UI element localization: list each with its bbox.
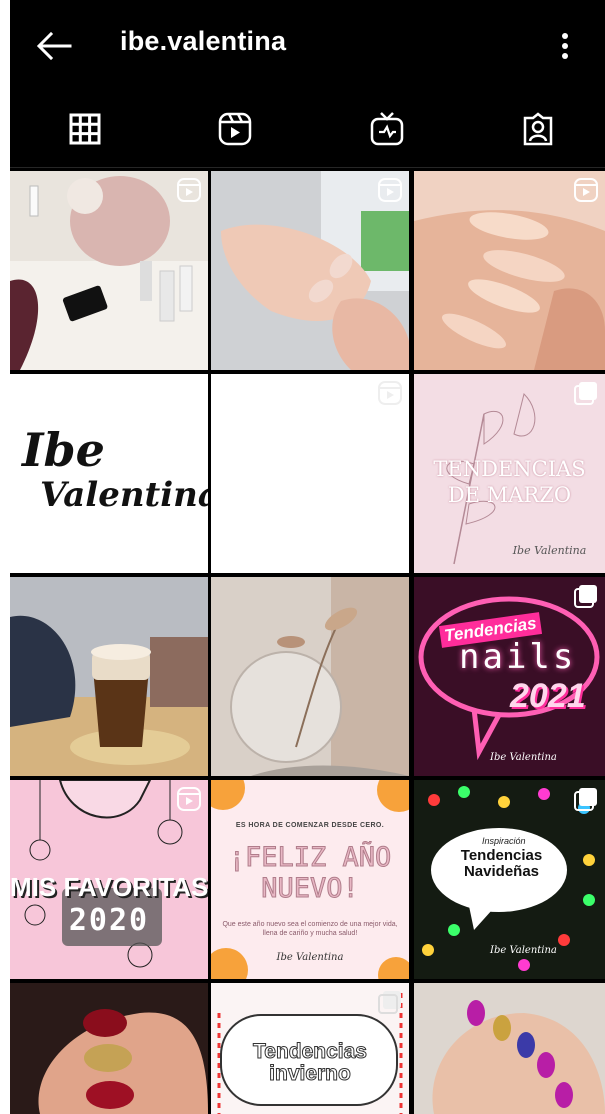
signature-text: Ibe Valentina	[490, 752, 557, 763]
post-thumbnail[interactable]: MIS FAVORITAS 2020	[10, 780, 208, 979]
invierno-heading: Tendencias invierno	[253, 1040, 368, 1085]
signature-text: Ibe Valentina	[512, 544, 587, 557]
navidad-small-text: Inspiración	[482, 836, 526, 846]
posts-grid: Ibe Valentina TENDENCIAS DE MARZO Ibe Va…	[10, 171, 605, 1114]
ibe-valentina-logo: Ibe Valentina	[20, 423, 208, 515]
reels-badge-icon	[177, 178, 201, 202]
carousel-badge-icon	[574, 585, 597, 608]
tendencias-marzo-text: TENDENCIAS DE MARZO	[433, 457, 586, 507]
reels-badge-icon	[378, 381, 402, 405]
dried-flowers-image	[211, 577, 409, 776]
post-thumbnail[interactable]	[414, 983, 605, 1114]
igtv-icon	[370, 112, 404, 146]
carousel-badge-icon	[574, 382, 597, 405]
post-thumbnail[interactable]	[10, 577, 208, 776]
neon-year-text: 2021	[510, 677, 586, 715]
reels-badge-icon	[574, 178, 598, 202]
signature-text: Ibe Valentina	[276, 952, 344, 963]
tab-tagged[interactable]	[463, 90, 605, 168]
signature-text: Ibe Valentina	[490, 945, 557, 956]
top-bar: ibe.valentina	[10, 0, 605, 90]
profile-screen: ibe.valentina Ibe Valentina TENDENCIAS D…	[10, 0, 605, 1114]
post-thumbnail[interactable]	[10, 983, 208, 1114]
post-thumbnail[interactable]	[414, 171, 605, 370]
neon-nails-text: nails	[459, 637, 577, 677]
more-vertical-icon	[562, 33, 568, 59]
profile-username: ibe.valentina	[120, 26, 287, 56]
svg-text:Ibe: Ibe	[20, 423, 105, 477]
tagged-person-icon	[523, 112, 553, 146]
carousel-badge-icon	[378, 991, 401, 1014]
gold-nails-image	[10, 983, 208, 1114]
reels-icon	[218, 112, 252, 146]
post-thumbnail[interactable]	[10, 171, 208, 370]
post-thumbnail[interactable]: ES HORA DE COMENZAR DESDE CERO. ¡FELIZ A…	[211, 780, 409, 979]
post-thumbnail[interactable]	[211, 171, 409, 370]
svg-text:Valentina: Valentina	[40, 475, 208, 515]
post-thumbnail[interactable]: Inspiración Tendencias Navideñas Ibe Val…	[414, 780, 605, 979]
feliz-top-text: ES HORA DE COMENZAR DESDE CERO.	[235, 822, 385, 829]
post-thumbnail[interactable]	[211, 374, 409, 573]
back-button[interactable]	[34, 28, 74, 64]
profile-tabs	[10, 90, 605, 257]
favoritas-text: MIS FAVORITAS 2020	[10, 872, 208, 938]
reels-badge-icon	[378, 178, 402, 202]
carousel-badge-icon	[574, 788, 597, 811]
tab-reels[interactable]	[160, 90, 310, 168]
post-thumbnail[interactable]: Tendencias nails 2021 Ibe Valentina	[414, 577, 605, 776]
post-thumbnail[interactable]	[211, 577, 409, 776]
grid-icon	[69, 113, 101, 145]
post-thumbnail[interactable]: Ibe Valentina	[10, 374, 208, 573]
tab-posts-grid[interactable]	[10, 90, 160, 168]
reels-badge-icon	[177, 787, 201, 811]
post-thumbnail[interactable]: TENDENCIAS DE MARZO Ibe Valentina	[414, 374, 605, 573]
navidad-heading: Tendencias Navideñas	[460, 847, 543, 880]
feliz-bottom-text: Que este año nuevo sea el comienzo de un…	[222, 921, 398, 937]
coffee-cup-image	[10, 577, 208, 776]
arrow-left-icon	[36, 32, 72, 60]
tab-igtv[interactable]	[312, 90, 462, 168]
feliz-heading: ¡FELIZ AÑO NUEVO!	[228, 842, 392, 905]
post-thumbnail[interactable]: Tendencias invierno	[211, 983, 409, 1114]
more-options-button[interactable]	[550, 28, 580, 64]
purple-nails-image	[414, 983, 605, 1114]
